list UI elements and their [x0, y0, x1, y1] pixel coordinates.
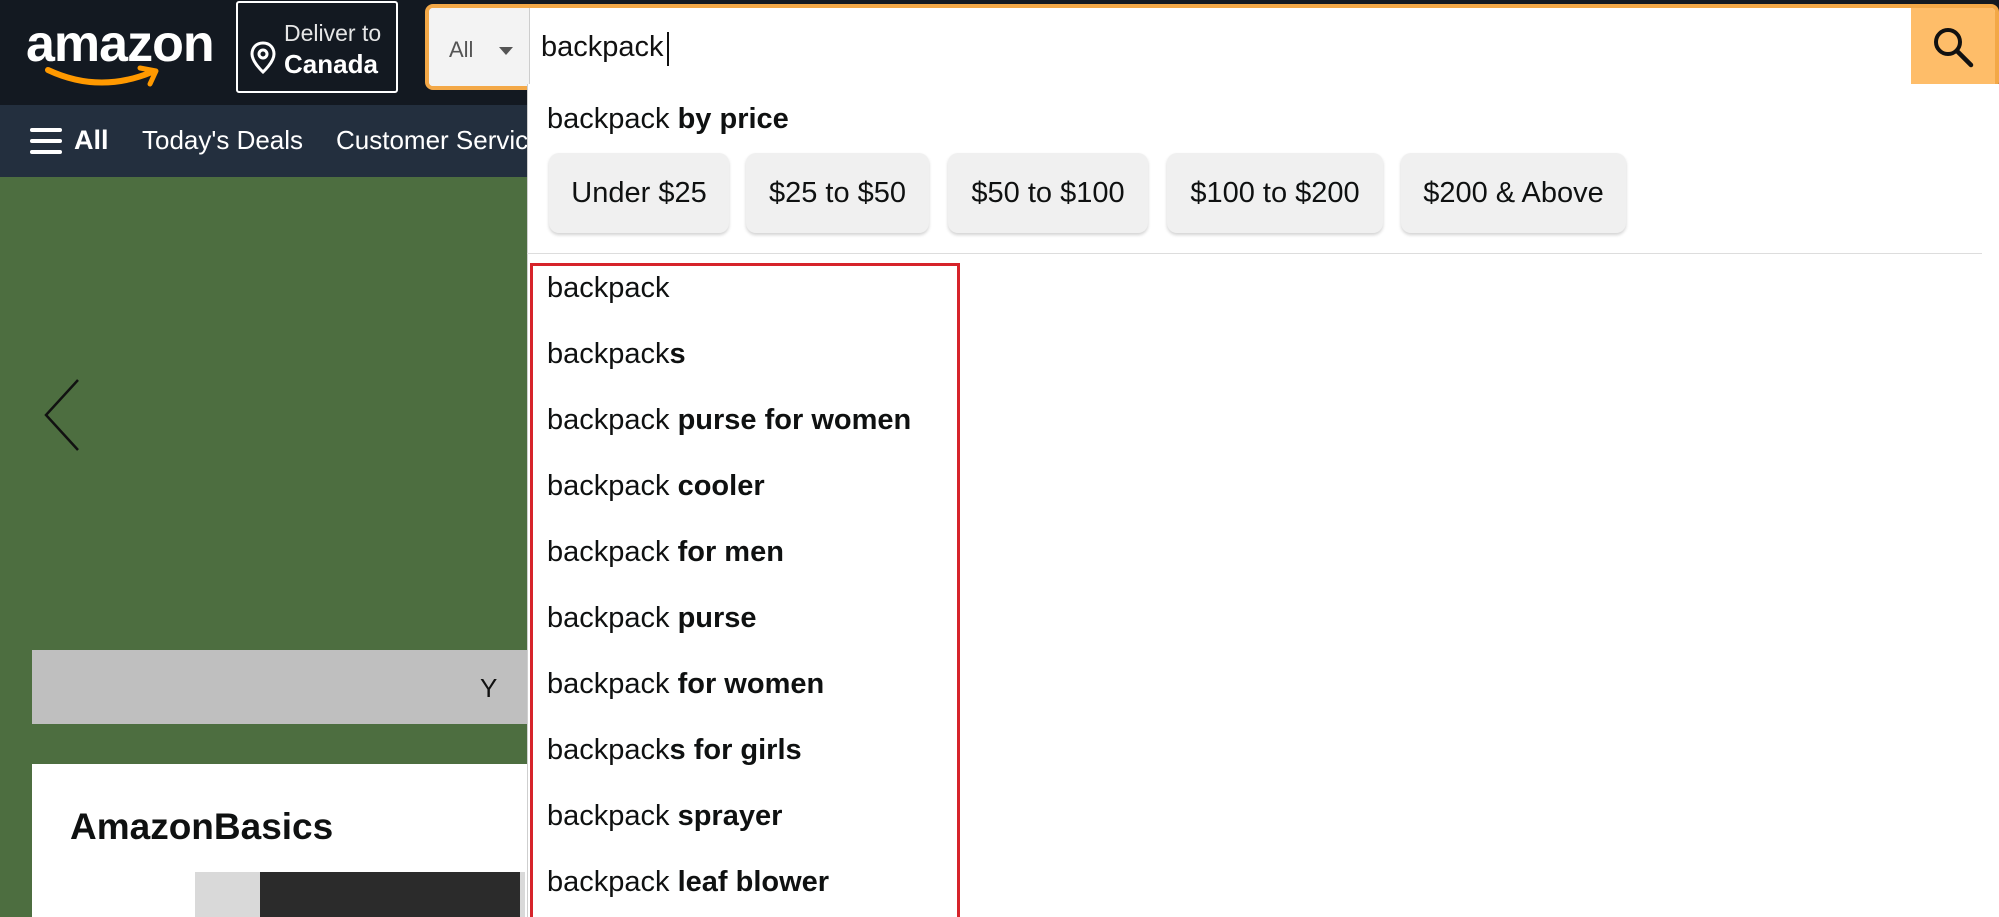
- dropdown-caret-icon: [499, 47, 513, 55]
- suggestion-prefix: backpack: [547, 734, 670, 766]
- suggestion-suffix: sprayer: [677, 800, 783, 832]
- suggestion-item[interactable]: backpack for men: [547, 532, 784, 572]
- suggestion-suffix: for men: [677, 536, 784, 568]
- price-chip-under-25[interactable]: Under $25: [549, 153, 729, 233]
- suggestion-prefix: backpack: [547, 404, 678, 436]
- nav-all-label: All: [74, 125, 109, 155]
- suggestion-item[interactable]: backpacks: [547, 334, 686, 374]
- chevron-left-icon[interactable]: [42, 378, 82, 452]
- card-title: AmazonBasics: [70, 806, 334, 847]
- amazon-logo[interactable]: amazon: [26, 14, 215, 87]
- suggestion-prefix: backpack: [547, 668, 678, 700]
- suggestion-suffix: leaf blower: [677, 866, 830, 898]
- suggestion-prefix: backpack: [547, 272, 670, 304]
- suggestion-item[interactable]: backpack purse for women: [547, 400, 911, 440]
- suggestion-item[interactable]: backpack for women: [547, 664, 824, 704]
- card-image-keyboard: [260, 872, 520, 917]
- hero-notice-text: Y: [480, 673, 498, 703]
- hamburger-icon: [30, 128, 62, 154]
- suggestion-suffix: s: [669, 338, 686, 370]
- suggestion-prefix: backpack: [547, 470, 678, 502]
- price-chip-100-200[interactable]: $100 to $200: [1167, 153, 1383, 233]
- price-chip-200-above[interactable]: $200 & Above: [1401, 153, 1626, 233]
- search-bar: All: [425, 4, 1999, 90]
- price-heading: backpack by price: [547, 103, 789, 136]
- suggestion-item[interactable]: backpack: [547, 268, 670, 308]
- deliver-to-label: Deliver to: [284, 20, 382, 46]
- search-input[interactable]: [541, 26, 1791, 68]
- search-icon: [1934, 28, 1974, 68]
- nav-todays-deals[interactable]: Today's Deals: [142, 125, 303, 156]
- suggestion-suffix: cooler: [677, 470, 765, 502]
- suggestion-prefix: backpack: [547, 800, 678, 832]
- text-cursor: [667, 32, 669, 66]
- dropdown-divider: [527, 253, 1982, 254]
- suggestion-prefix: backpack: [547, 602, 678, 634]
- suggestion-suffix: s for girls: [669, 734, 802, 766]
- suggestion-item[interactable]: backpack cooler: [547, 466, 765, 506]
- suggestion-suffix: purse: [677, 602, 757, 634]
- price-chip-50-100[interactable]: $50 to $100: [948, 153, 1148, 233]
- nav-customer-service[interactable]: Customer Servic: [336, 125, 528, 156]
- price-chip-25-50[interactable]: $25 to $50: [746, 153, 929, 233]
- deliver-to-button[interactable]: Deliver to Canada: [236, 1, 398, 93]
- hero-notice-bar: [32, 650, 532, 724]
- suggestion-item[interactable]: backpacks for girls: [547, 730, 802, 770]
- suggestion-item[interactable]: backpack sprayer: [547, 796, 782, 836]
- search-category-select[interactable]: All: [429, 8, 530, 86]
- search-category-label: All: [449, 37, 474, 62]
- deliver-country: Canada: [284, 49, 378, 79]
- suggestion-suffix: purse for women: [677, 404, 912, 436]
- smile-arrow-icon: [45, 65, 159, 87]
- search-button[interactable]: [1911, 8, 1995, 86]
- suggestion-suffix: for women: [677, 668, 825, 700]
- suggestion-item[interactable]: backpack leaf blower: [547, 862, 829, 902]
- price-heading-prefix: backpack: [547, 103, 670, 135]
- suggestion-prefix: backpack: [547, 536, 678, 568]
- suggestion-prefix: backpack: [547, 338, 670, 370]
- location-pin-icon: [250, 41, 276, 75]
- suggestion-prefix: backpack: [547, 866, 678, 898]
- price-heading-suffix: by price: [677, 103, 789, 135]
- suggestion-item[interactable]: backpack purse: [547, 598, 757, 638]
